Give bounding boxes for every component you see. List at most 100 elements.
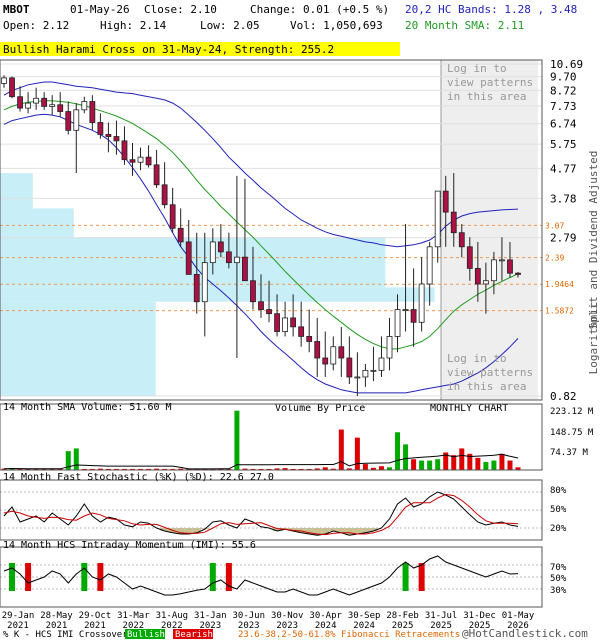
x-label-date: 28-Feb	[386, 611, 419, 621]
candle-body	[450, 211, 457, 234]
fib-label: 2.39	[545, 254, 564, 263]
candle-body	[370, 369, 377, 372]
price-tick-label: 2.79	[550, 232, 577, 245]
candle-body	[258, 301, 264, 310]
fib-label: 1.5872	[545, 307, 574, 316]
x-label-date: 01-May	[502, 611, 535, 621]
candle-body	[482, 280, 489, 285]
imi-grid	[0, 564, 542, 590]
candle-body	[17, 96, 23, 109]
candle-body	[81, 101, 88, 111]
candle-body	[137, 156, 144, 163]
price-tick-label: 3.78	[550, 192, 577, 205]
stoch-tick-50: 50%	[550, 505, 567, 515]
candle-body	[346, 357, 353, 378]
fib-label: 1.9464	[545, 280, 574, 289]
candle-body	[378, 357, 385, 371]
header-bands: 20,2 HC Bands: 1.28 , 3.48	[405, 3, 577, 16]
candle-body	[177, 227, 184, 243]
volume-bar	[451, 455, 457, 470]
volume-bar	[234, 410, 240, 470]
candle-body	[434, 190, 441, 248]
stochastic-grid	[0, 491, 542, 529]
x-label-date: 30-Sep	[348, 611, 381, 621]
candle-body	[225, 251, 232, 264]
candle-body	[402, 309, 409, 311]
candle-body	[201, 262, 208, 303]
pattern-msg-top-3: in this area	[447, 90, 526, 103]
x-label-date: 28-May	[40, 611, 73, 621]
x-label-date: 31-Jan	[194, 611, 227, 621]
candle-body	[474, 267, 481, 285]
x-label-date: 31-Dec	[463, 611, 496, 621]
candle-body	[306, 336, 313, 342]
price-tick-label: 8.72	[550, 84, 577, 97]
candle-body	[217, 241, 224, 253]
volume-bar	[475, 457, 481, 470]
vbp-zone-2	[0, 301, 156, 396]
volume-bar	[435, 459, 441, 470]
candle-body	[234, 256, 240, 264]
bearish-label: Bearish	[175, 630, 213, 640]
price-tick-label: 9.70	[550, 71, 577, 84]
header-date: 01-May-26	[70, 3, 130, 16]
price-panel: 3.07 2.39 1.9464 1.5872 10.699.708.72 7.73 6.…	[0, 58, 600, 414]
stochastic-d-line	[3, 493, 519, 536]
candle-body	[322, 357, 329, 365]
scale-label: Logarithmic	[587, 302, 600, 375]
candle-body	[161, 184, 168, 206]
price-tick-label: 10.69	[550, 58, 583, 71]
x-axis-labels: 29-Jan202128-May202129-Oct202131-Mar2022…	[2, 611, 535, 631]
stoch-tick-20: 20%	[550, 524, 567, 534]
x-label-date: 31-Aug	[156, 611, 189, 621]
price-tick-label: 5.75	[550, 138, 577, 151]
candle-body	[185, 241, 192, 275]
pattern-msg-top-2: view patterns	[447, 76, 533, 89]
header-high: High: 2.14	[100, 19, 167, 32]
candle-body	[266, 309, 272, 315]
volume-bar	[483, 461, 489, 470]
x-label-date: 30-Nov	[271, 611, 304, 621]
candle-body	[57, 104, 64, 112]
candle-body	[145, 156, 152, 166]
volume-tick-2: 148.75 M	[550, 428, 594, 438]
price-tick-label: 0.82	[550, 390, 577, 403]
volume-bar	[73, 448, 79, 470]
crossover-bullish	[209, 563, 216, 591]
volume-bar	[499, 453, 505, 470]
candle-body	[442, 190, 449, 213]
imi-title: 14 Month HCS Intraday Momentum (IMI): 55…	[3, 540, 256, 551]
stoch-tick-80: 80%	[550, 486, 567, 496]
candle-body	[426, 246, 433, 285]
volume-bar	[427, 460, 433, 470]
stochastic-title: 14 Month Fast Stochastic (%K) (%D): 22.6…	[3, 472, 274, 483]
candle-body	[314, 341, 321, 359]
stock-chart: MBOT 01-May-26 Close: 2.10 Change: 0.01 …	[0, 3, 600, 640]
candle-body	[242, 256, 248, 282]
crossover-bearish	[418, 563, 425, 591]
price-tick-label: 4.77	[550, 162, 577, 175]
pattern-msg-top-1: Log in to	[447, 62, 507, 75]
volume-by-price-label: Volume By Price	[275, 403, 365, 414]
candle-body	[169, 204, 176, 229]
crossover-bullish	[9, 563, 16, 591]
candle-body	[97, 122, 104, 135]
candle-body	[290, 317, 297, 328]
candle-body	[250, 280, 256, 303]
header-close: Close: 2.10	[144, 3, 217, 16]
site-credit[interactable]: @HotCandlestick.com	[462, 627, 588, 640]
imi-panel: 14 Month HCS Intraday Momentum (IMI): 55…	[0, 540, 567, 608]
footer-prefix: % K - HCS IMI Crossover:	[3, 630, 133, 640]
candle-body	[9, 77, 15, 98]
crossover-bearish	[25, 563, 32, 591]
candle-body	[49, 104, 56, 107]
price-tick-label: 7.73	[550, 100, 577, 113]
candle-body	[113, 136, 120, 142]
price-axis-ticks: 10.699.708.72 7.73 6.74 5.75 4.77 3.78 2.79 0.8…	[550, 58, 583, 403]
volume-bar	[354, 437, 360, 470]
candle-body	[499, 259, 505, 262]
imi-tick-70: 70%	[550, 563, 567, 573]
candle-body	[362, 369, 369, 378]
candle-body	[41, 97, 48, 107]
candle-body	[33, 97, 40, 104]
